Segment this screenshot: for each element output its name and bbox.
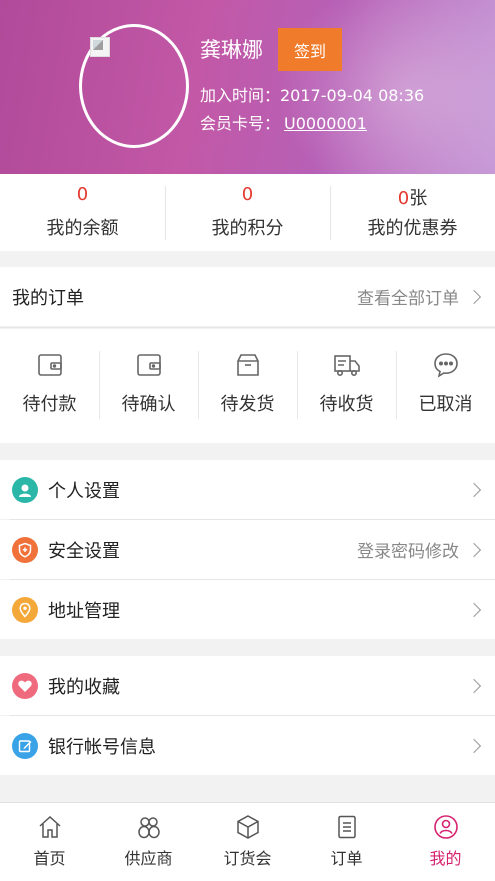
menu-item-security-settings[interactable]: 安全设置 登录密码修改 (0, 520, 495, 579)
menu-item-label: 个人设置 (48, 480, 120, 502)
join-time: 加入时间：2017-09-04 08:36 (200, 86, 425, 105)
signin-button[interactable]: 签到 (278, 28, 342, 71)
member-card-number[interactable]: U0000001 (284, 114, 367, 133)
account-stats: 0 我的余额 0 我的积分 0张 我的优惠券 (0, 174, 495, 251)
edit-icon (12, 732, 38, 759)
stat-label: 我的余额 (46, 218, 119, 239)
menu-item-bank-account[interactable]: 银行帐号信息 (0, 716, 495, 775)
tab-label: 供应商 (124, 849, 173, 868)
wallet-icon (136, 354, 161, 376)
chevron-right-icon (466, 289, 482, 304)
menu-item-label: 安全设置 (48, 540, 120, 562)
home-icon (38, 815, 61, 838)
tab-order-fair[interactable]: 订货会 (198, 803, 297, 881)
menu-item-label: 银行帐号信息 (48, 736, 156, 758)
order-cancelled[interactable]: 已取消 (396, 329, 495, 443)
stat-label: 我的优惠券 (367, 218, 458, 239)
stat-value: 0 (241, 184, 254, 205)
menu-item-personal-settings[interactable]: 个人设置 (0, 460, 495, 519)
stat-value: 0 (76, 184, 89, 205)
chevron-right-icon (466, 738, 482, 753)
chat-icon (433, 353, 458, 378)
order-status-label: 待确认 (121, 394, 176, 415)
user-icon (433, 815, 458, 839)
supplier-icon (137, 817, 160, 839)
person-icon (12, 476, 38, 503)
chevron-right-icon (466, 602, 482, 617)
chevron-right-icon (466, 678, 482, 693)
my-orders-row[interactable]: 我的订单 查看全部订单 (0, 267, 495, 326)
menu-item-label: 我的收藏 (48, 676, 120, 698)
stat-points[interactable]: 0 我的积分 (165, 174, 330, 251)
tab-orders[interactable]: 订单 (297, 803, 396, 881)
order-status-label: 待付款 (22, 394, 77, 415)
chevron-right-icon (466, 542, 482, 557)
order-pending-payment[interactable]: 待付款 (0, 329, 99, 443)
member-card-label: 会员卡号： (200, 114, 281, 133)
truck-icon (333, 355, 360, 376)
stat-label: 我的积分 (211, 218, 284, 239)
view-all-orders-link[interactable]: 查看全部订单 (357, 284, 459, 309)
bottom-tab-bar: 首页 供应商 订货会 订单 我的 (0, 802, 495, 881)
menu-item-label: 地址管理 (48, 600, 120, 622)
order-pending-receive[interactable]: 待收货 (297, 329, 396, 443)
profile-header: 龚琳娜 签到 加入时间：2017-09-04 08:36 会员卡号： U00000… (0, 0, 495, 174)
order-status-bar: 待付款 待确认 待发货 待收货 已取消 (0, 329, 495, 443)
change-password-link[interactable]: 登录密码修改 (357, 537, 459, 562)
stat-coupons[interactable]: 0张 我的优惠券 (330, 174, 495, 251)
heart-icon (12, 672, 38, 699)
wallet-icon (37, 354, 62, 376)
tab-home[interactable]: 首页 (0, 803, 99, 881)
cube-icon (236, 815, 259, 839)
stat-balance[interactable]: 0 我的余额 (0, 174, 165, 251)
menu-item-address-management[interactable]: 地址管理 (0, 580, 495, 639)
order-status-label: 已取消 (418, 394, 473, 415)
stat-value: 0 (397, 188, 410, 209)
list-icon (337, 815, 356, 839)
stat-unit: 张 (409, 188, 428, 209)
tab-label: 订货会 (223, 849, 272, 868)
box-icon (236, 354, 259, 376)
member-card: 会员卡号： U0000001 (200, 110, 367, 134)
tab-suppliers[interactable]: 供应商 (99, 803, 198, 881)
order-pending-confirm[interactable]: 待确认 (99, 329, 198, 443)
location-icon (12, 596, 38, 623)
tab-label: 订单 (330, 849, 363, 868)
tab-mine[interactable]: 我的 (396, 803, 495, 881)
chevron-right-icon (466, 482, 482, 497)
my-orders-title: 我的订单 (12, 287, 84, 309)
broken-image-icon (90, 37, 110, 57)
order-status-label: 待收货 (319, 394, 374, 415)
user-name: 龚琳娜 (200, 38, 263, 62)
order-pending-ship[interactable]: 待发货 (198, 329, 297, 443)
order-status-label: 待发货 (220, 394, 275, 415)
shield-icon (12, 536, 38, 563)
tab-label: 我的 (429, 849, 462, 868)
avatar[interactable] (79, 24, 189, 148)
tab-label: 首页 (33, 849, 66, 868)
menu-item-my-favorites[interactable]: 我的收藏 (0, 656, 495, 715)
